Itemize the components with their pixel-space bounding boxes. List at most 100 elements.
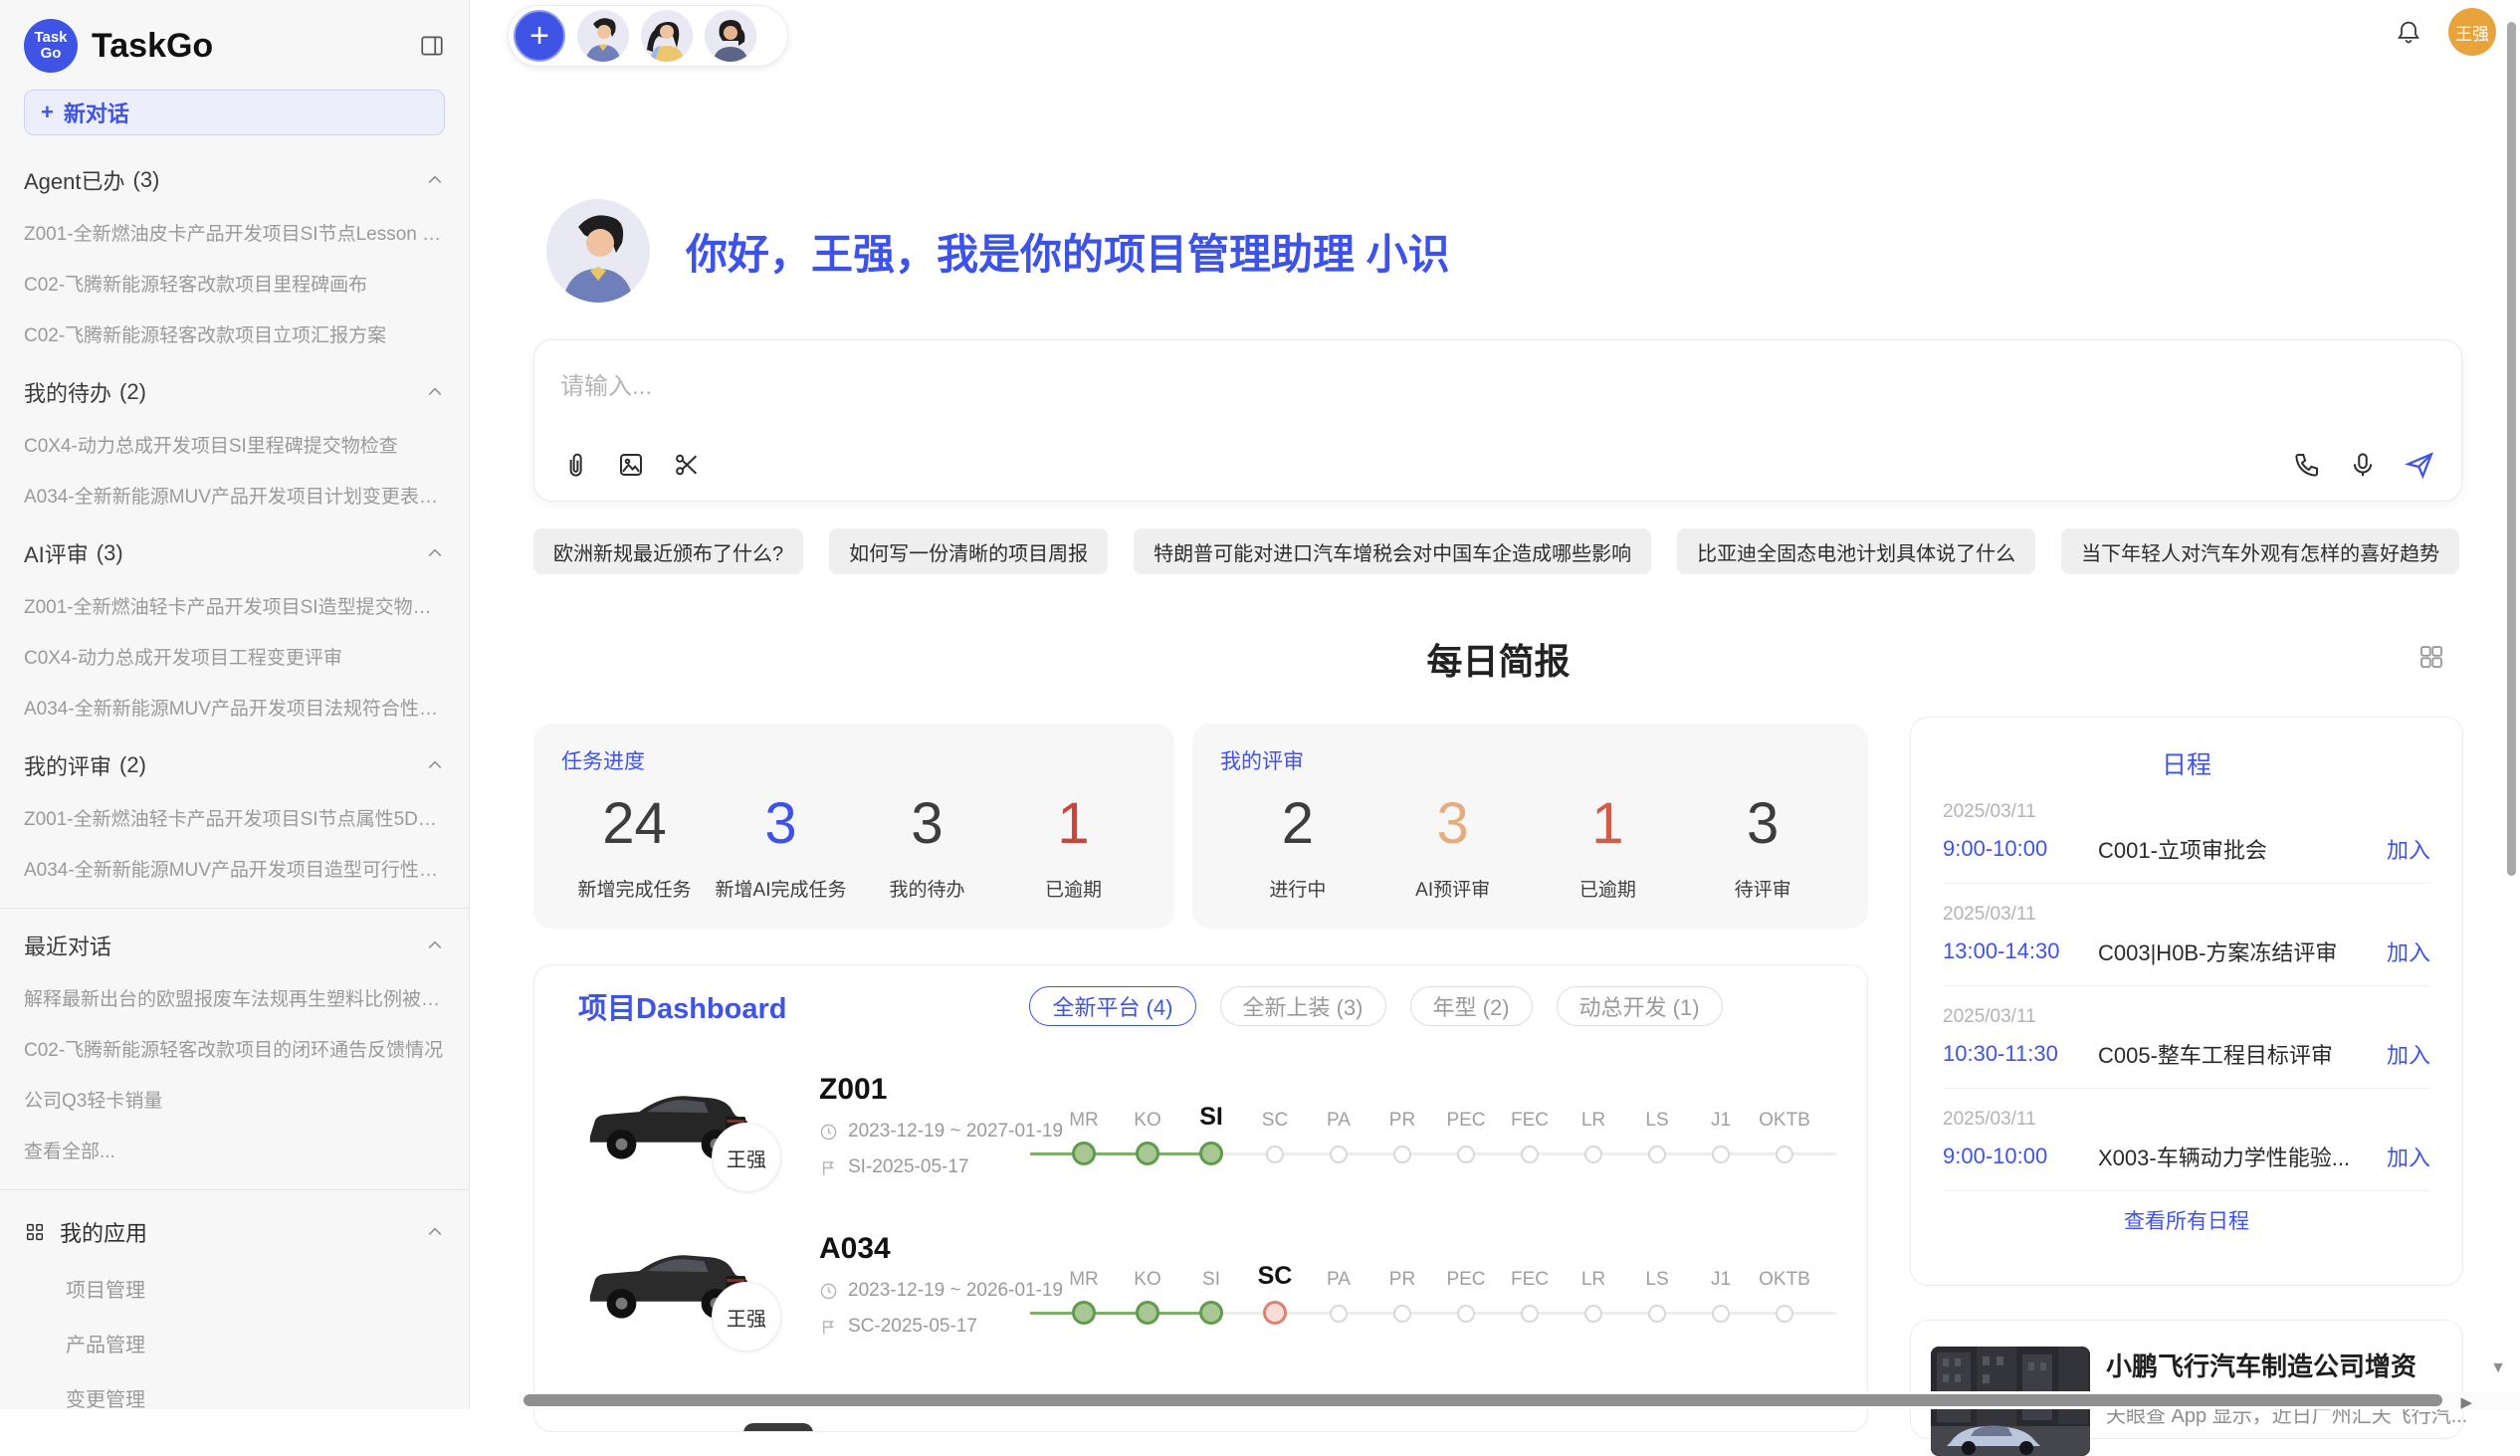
project-row[interactable]: 王强 Z001 2023-12-19 ~ 2027-01-19 SI-2025-… xyxy=(578,1071,1823,1180)
milestone[interactable]: J1 xyxy=(1689,1251,1753,1325)
milestone[interactable]: LS xyxy=(1625,1092,1689,1165)
agent-switcher: + xyxy=(508,5,788,67)
notification-bell-icon[interactable] xyxy=(2395,18,2422,46)
milestone[interactable]: KO xyxy=(1116,1092,1179,1165)
horizontal-scrollbar[interactable]: ▶ xyxy=(518,1391,2520,1409)
stat: 2进行中 xyxy=(1220,789,1375,902)
milestone[interactable]: SC xyxy=(1243,1251,1307,1325)
suggestion-chip[interactable]: 当下年轻人对汽车外观有怎样的喜好趋势 xyxy=(2061,528,2459,574)
app-item-project[interactable]: 项目管理 xyxy=(66,1274,445,1303)
milestone[interactable]: LR xyxy=(1562,1092,1625,1165)
suggestion-chip[interactable]: 欧洲新规最近颁布了什么? xyxy=(533,528,803,574)
schedule-event: 2025/03/11 9:00-10:00C001-立项审批会加入 xyxy=(1943,781,2430,884)
scissors-icon[interactable] xyxy=(672,450,702,480)
avatar[interactable] xyxy=(705,10,756,62)
milestone[interactable]: MR xyxy=(1052,1092,1116,1165)
milestone[interactable]: KO xyxy=(1116,1251,1179,1325)
milestone[interactable]: J1 xyxy=(1689,1092,1753,1165)
layout-grid-icon[interactable] xyxy=(2416,642,2446,672)
list-item[interactable]: Z001-全新燃油轻卡产品开发项目SI造型提交物评审 xyxy=(24,592,445,619)
filter-pill[interactable]: 年型 (2) xyxy=(1410,986,1533,1026)
milestone[interactable]: FEC xyxy=(1498,1251,1562,1325)
message-input[interactable]: 请输入... xyxy=(534,340,2461,449)
news-card[interactable]: 小鹏飞行汽车制造公司增资 天眼查 App 显示，近日广州汇天飞行汽... xyxy=(1910,1320,2463,1439)
scroll-right-arrow[interactable]: ▶ xyxy=(2460,1393,2472,1411)
filter-pill[interactable]: 全新平台 (4) xyxy=(1029,986,1195,1026)
voice-call-icon[interactable] xyxy=(2292,450,2322,480)
send-icon[interactable] xyxy=(2404,449,2435,481)
section-my-todo[interactable]: 我的待办(2) xyxy=(24,377,445,407)
milestone[interactable]: FEC xyxy=(1498,1092,1562,1165)
view-all-chats[interactable]: 查看全部... xyxy=(24,1137,445,1163)
list-item[interactable]: A034-全新新能源MUV产品开发项目造型可行性评审 xyxy=(24,855,445,882)
avatar[interactable] xyxy=(577,10,629,62)
filter-pill[interactable]: 全新上装 (3) xyxy=(1220,986,1386,1026)
list-item[interactable]: C02-飞腾新能源轻客改款项目里程碑画布 xyxy=(24,270,445,297)
composer: 请输入... xyxy=(533,339,2462,502)
section-agent-done[interactable]: Agent已办(3) xyxy=(24,165,445,195)
section-my-review[interactable]: 我的评审(2) xyxy=(24,750,445,780)
list-item[interactable]: C0X4-动力总成开发项目工程变更评审 xyxy=(24,643,445,670)
section-my-apps[interactable]: 我的应用 xyxy=(24,1216,445,1248)
milestone[interactable]: PR xyxy=(1370,1251,1434,1325)
list-item[interactable]: A034-全新新能源MUV产品开发项目计划变更表编写 xyxy=(24,482,445,509)
project-row[interactable]: 王强 A034 2023-12-19 ~ 2026-01-19 SC-2025-… xyxy=(578,1230,1823,1340)
app-item-change[interactable]: 变更管理 xyxy=(66,1383,445,1409)
milestone[interactable]: LR xyxy=(1562,1251,1625,1325)
scroll-down-arrow[interactable]: ▼ xyxy=(2490,1359,2506,1377)
list-item[interactable]: 解释最新出台的欧盟报废车法规再生塑料比例被调至15%... xyxy=(24,984,445,1011)
list-item[interactable]: C0X4-动力总成开发项目SI里程碑提交物检查 xyxy=(24,431,445,458)
add-agent-button[interactable]: + xyxy=(514,10,565,62)
join-link[interactable]: 加入 xyxy=(2387,936,2430,967)
microphone-icon[interactable] xyxy=(2348,450,2378,480)
milestone[interactable]: OKTB xyxy=(1753,1092,1816,1165)
vertical-scrollbar[interactable] xyxy=(2507,22,2516,876)
chevron-up-icon[interactable] xyxy=(425,936,445,955)
attachment-icon[interactable] xyxy=(560,450,590,480)
milestone[interactable]: PA xyxy=(1307,1251,1370,1325)
list-item[interactable]: 公司Q3轻卡销量 xyxy=(24,1086,445,1113)
milestone[interactable]: PA xyxy=(1307,1092,1370,1165)
section-recent-chats[interactable]: 最近对话 xyxy=(24,931,445,960)
filter-pill[interactable]: 动总开发 (1) xyxy=(1557,986,1723,1026)
milestone[interactable]: SC xyxy=(1243,1092,1307,1165)
list-item[interactable]: C02-飞腾新能源轻客改款项目立项汇报方案 xyxy=(24,320,445,347)
list-item[interactable]: C02-飞腾新能源轻客改款项目的闭环通告反馈情况 xyxy=(24,1035,445,1062)
milestone[interactable]: SI xyxy=(1179,1251,1243,1325)
chevron-up-icon[interactable] xyxy=(425,1222,445,1242)
new-chat-button[interactable]: + 新对话 xyxy=(24,90,445,135)
avatar[interactable] xyxy=(641,10,693,62)
list-item[interactable]: Z001-全新燃油轻卡产品开发项目SI节点属性5D文件评审 xyxy=(24,804,445,831)
list-item[interactable]: A034-全新新能源MUV产品开发项目法规符合性评审 xyxy=(24,694,445,721)
join-link[interactable]: 加入 xyxy=(2387,1038,2430,1070)
view-all-schedule-link[interactable]: 查看所有日程 xyxy=(1943,1205,2430,1235)
chevron-up-icon[interactable] xyxy=(425,382,445,402)
milestone[interactable]: LS xyxy=(1625,1251,1689,1325)
chevron-up-icon[interactable] xyxy=(425,755,445,775)
collapse-sidebar-icon[interactable] xyxy=(419,33,445,59)
app-item-product[interactable]: 产品管理 xyxy=(66,1329,445,1357)
suggestion-chip[interactable]: 特朗普可能对进口汽车增税会对中国车企造成哪些影响 xyxy=(1134,528,1651,574)
suggestion-chip[interactable]: 如何写一份清晰的项目周报 xyxy=(829,528,1108,574)
section-ai-review[interactable]: AI评审(3) xyxy=(24,538,445,568)
milestone-timeline: MRKOSISCPAPRPECFECLRLSJ1OKTB xyxy=(1052,1251,1816,1325)
milestone[interactable]: PEC xyxy=(1434,1251,1498,1325)
event-name: C005-整车工程目标评审 xyxy=(2098,1038,2373,1070)
flag-icon xyxy=(819,1318,838,1337)
milestone[interactable]: PR xyxy=(1370,1092,1434,1165)
milestone[interactable]: PEC xyxy=(1434,1092,1498,1165)
user-avatar[interactable]: 王强 xyxy=(2448,8,2496,56)
milestone[interactable]: OKTB xyxy=(1753,1251,1816,1325)
image-icon[interactable] xyxy=(616,450,646,480)
suggestion-chip[interactable]: 比亚迪全固态电池计划具体说了什么 xyxy=(1677,528,2035,574)
task-progress-card: 任务进度 24新增完成任务 3新增AI完成任务 3我的待办 1已逾期 xyxy=(533,724,1174,929)
list-item[interactable]: Z001-全新燃油皮卡产品开发项目SI节点Lesson Learn报告 xyxy=(24,219,445,246)
chevron-up-icon[interactable] xyxy=(425,543,445,563)
horizontal-scrollbar-thumb[interactable] xyxy=(524,1394,2442,1406)
milestone[interactable]: MR xyxy=(1052,1251,1116,1325)
milestone[interactable]: SI xyxy=(1179,1092,1243,1165)
project-dates: 2023-12-19 ~ 2026-01-19 xyxy=(848,1280,1063,1302)
chevron-up-icon[interactable] xyxy=(425,170,445,190)
join-link[interactable]: 加入 xyxy=(2387,1141,2430,1172)
join-link[interactable]: 加入 xyxy=(2387,833,2430,865)
